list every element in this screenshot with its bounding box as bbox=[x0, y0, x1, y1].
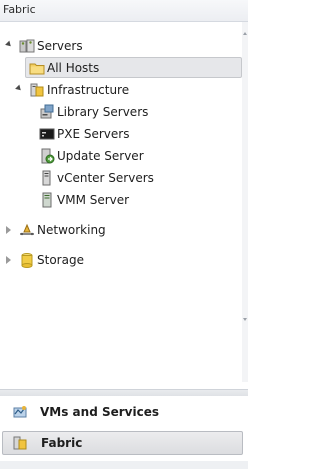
tree-node-networking[interactable]: Networking bbox=[0, 220, 240, 240]
collapse-arrow-icon[interactable] bbox=[6, 256, 11, 264]
tree-node-vcenter-servers[interactable]: vCenter Servers bbox=[0, 168, 240, 188]
tree-node-pxe-servers[interactable]: PXE Servers bbox=[0, 124, 240, 144]
scroll-down-icon[interactable] bbox=[243, 318, 247, 321]
workspace-label-vms-services: VMs and Services bbox=[40, 405, 159, 419]
tree-label-infrastructure: Infrastructure bbox=[47, 83, 130, 97]
networking-icon bbox=[20, 223, 34, 236]
workspace-label-fabric: Fabric bbox=[41, 436, 83, 450]
infrastructure-icon bbox=[30, 83, 44, 97]
tree-label-all-hosts: All Hosts bbox=[47, 61, 100, 75]
tree-node-servers[interactable]: Servers bbox=[0, 36, 240, 56]
vmm-server-icon bbox=[42, 192, 52, 208]
servers-icon bbox=[19, 39, 35, 53]
tree-label-update-server: Update Server bbox=[57, 149, 144, 163]
tree-label-servers: Servers bbox=[37, 39, 83, 53]
expand-arrow-icon[interactable] bbox=[5, 40, 13, 49]
tree-node-all-hosts[interactable]: All Hosts bbox=[0, 58, 240, 78]
tree-label-library-servers: Library Servers bbox=[57, 105, 149, 119]
tree-node-update-server[interactable]: Update Server bbox=[0, 146, 240, 166]
expand-arrow-icon[interactable] bbox=[15, 84, 23, 93]
workspace-button-vms-services[interactable]: VMs and Services bbox=[2, 400, 243, 424]
library-server-icon bbox=[40, 104, 54, 119]
tree-label-vcenter-servers: vCenter Servers bbox=[57, 171, 154, 185]
vms-services-icon bbox=[13, 406, 27, 418]
tree-label-networking: Networking bbox=[37, 223, 106, 237]
scroll-up-icon[interactable] bbox=[243, 32, 247, 35]
pane-header: Fabric bbox=[0, 0, 248, 22]
folder-icon bbox=[29, 63, 45, 75]
tree-node-library-servers[interactable]: Library Servers bbox=[0, 102, 240, 122]
workspace-splitter[interactable] bbox=[0, 389, 248, 396]
tree-label-vmm-server: VMM Server bbox=[57, 193, 130, 207]
tree-label-storage: Storage bbox=[37, 253, 84, 267]
tree-label-pxe-servers: PXE Servers bbox=[57, 127, 130, 141]
collapse-arrow-icon[interactable] bbox=[6, 226, 11, 234]
tree-node-vmm-server[interactable]: VMM Server bbox=[0, 190, 240, 210]
tree-node-infrastructure[interactable]: Infrastructure bbox=[0, 80, 240, 100]
vertical-scrollbar[interactable] bbox=[242, 22, 248, 382]
pane-footer bbox=[0, 461, 248, 469]
tree-node-storage[interactable]: Storage bbox=[0, 250, 240, 270]
pxe-server-icon bbox=[39, 128, 55, 140]
storage-icon bbox=[21, 253, 33, 268]
fabric-icon bbox=[13, 436, 27, 450]
vcenter-server-icon bbox=[42, 170, 51, 186]
update-server-icon bbox=[41, 148, 55, 164]
pane-title: Fabric bbox=[3, 3, 36, 16]
workspace-button-fabric[interactable]: Fabric bbox=[2, 431, 243, 455]
